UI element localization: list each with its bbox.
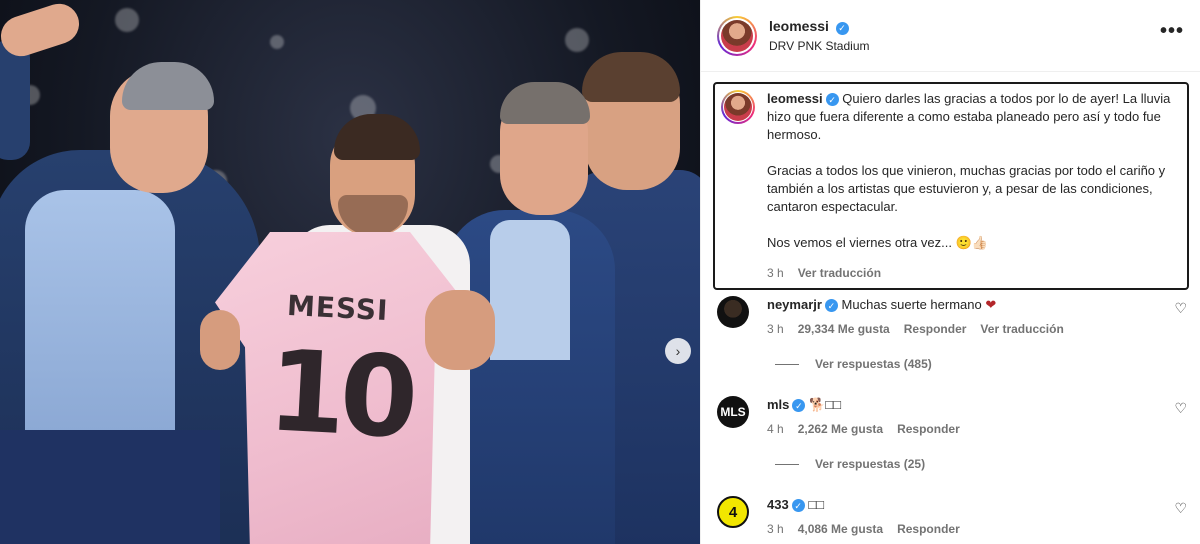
comment-username[interactable]: mls — [767, 397, 789, 412]
view-replies-button[interactable]: Ver respuestas (485) — [775, 357, 932, 371]
red-heart-icon: ❤ — [985, 297, 997, 312]
like-heart-icon[interactable]: ♡ — [1174, 300, 1187, 317]
comment-item: 4 433 ✓ □□ 3 h 4,086 Me gusta Responder ♡ — [717, 496, 1187, 536]
jersey-number: 10 — [264, 326, 416, 464]
next-photo-button[interactable]: › — [665, 338, 691, 364]
avatar[interactable] — [717, 296, 749, 328]
avatar[interactable] — [721, 90, 755, 124]
divider — [775, 363, 799, 365]
comment-item: MLS mls ✓ 🐕□□ 4 h 2,262 Me gusta Responde… — [717, 396, 1187, 436]
post-sidebar: leomessi ✓ DRV PNK Stadium ••• leomessi ✓… — [700, 0, 1200, 544]
comment-text: Muchas suerte hermano — [841, 297, 982, 312]
reply-button[interactable]: Responder — [897, 522, 960, 536]
mls-logo: MLS — [720, 405, 746, 419]
more-options-icon[interactable]: ••• — [1160, 20, 1184, 51]
translate-link[interactable]: Ver traducción — [980, 322, 1063, 336]
avatar-image — [721, 19, 753, 52]
verified-icon: ✓ — [792, 399, 806, 413]
caption-time[interactable]: 3 h — [767, 264, 784, 282]
view-replies-label: Ver respuestas (485) — [815, 357, 932, 371]
comment-time[interactable]: 3 h — [767, 522, 784, 536]
bokeh-light — [565, 28, 589, 52]
caption-text: Nos vemos el viernes otra vez... 🙂👍🏻 — [767, 235, 988, 250]
verified-icon: ✓ — [825, 93, 839, 107]
avatar[interactable]: 4 — [717, 496, 749, 528]
view-replies-label: Ver respuestas (25) — [815, 457, 926, 471]
comment-text: □□ — [808, 497, 825, 512]
chevron-right-icon: › — [675, 343, 681, 359]
comment-time[interactable]: 3 h — [767, 322, 784, 336]
comment-likes[interactable]: 2,262 Me gusta — [798, 422, 883, 436]
verified-icon: ✓ — [835, 21, 849, 35]
raised-arm — [0, 40, 30, 160]
comment-username[interactable]: 433 — [767, 497, 789, 512]
jersey-name: MESSI — [286, 288, 390, 328]
433-logo: 4 — [728, 503, 738, 521]
caption-username[interactable]: leomessi — [767, 91, 823, 106]
translate-link[interactable]: Ver traducción — [798, 264, 881, 282]
comment-text: 🐕□□ — [809, 397, 841, 412]
person-left-hair — [122, 62, 214, 110]
person-center-hair — [334, 114, 420, 160]
post-photo[interactable]: MESSI 10 › — [0, 0, 700, 544]
comment-time[interactable]: 4 h — [767, 422, 784, 436]
divider — [775, 463, 799, 465]
post-location[interactable]: DRV PNK Stadium — [769, 39, 1160, 53]
bokeh-light — [270, 35, 284, 49]
bokeh-light — [115, 8, 139, 32]
reply-button[interactable]: Responder — [904, 322, 967, 336]
view-replies-button[interactable]: Ver respuestas (25) — [775, 457, 925, 471]
person-center-right-shirt — [490, 220, 570, 360]
post-header: leomessi ✓ DRV PNK Stadium ••• — [701, 0, 1200, 72]
comment-likes[interactable]: 29,334 Me gusta — [798, 322, 890, 336]
comment-likes[interactable]: 4,086 Me gusta — [798, 522, 883, 536]
holding-hand — [200, 310, 240, 370]
person-center-right-hair — [500, 82, 590, 124]
comment-item: neymarjr ✓ Muchas suerte hermano ❤ 3 h 29… — [717, 296, 1187, 336]
person-right-hair — [582, 52, 680, 102]
post-username[interactable]: leomessi — [769, 18, 829, 34]
verified-icon: ✓ — [791, 499, 805, 513]
holding-hand — [425, 290, 495, 370]
avatar-image — [724, 93, 752, 121]
avatar[interactable] — [717, 15, 757, 56]
avatar[interactable]: MLS — [717, 396, 749, 428]
reply-button[interactable]: Responder — [897, 422, 960, 436]
like-heart-icon[interactable]: ♡ — [1174, 500, 1187, 517]
like-heart-icon[interactable]: ♡ — [1174, 400, 1187, 417]
comment-username[interactable]: neymarjr — [767, 297, 822, 312]
verified-icon: ✓ — [824, 299, 838, 313]
caption-text: Gracias a todos los que vinieron, muchas… — [767, 163, 1166, 214]
waving-hand — [0, 0, 85, 62]
caption-highlight: leomessi ✓ Quiero darles las gracias a to… — [713, 82, 1189, 290]
person-left-shirt — [25, 190, 175, 450]
person-left-pants — [0, 430, 220, 544]
